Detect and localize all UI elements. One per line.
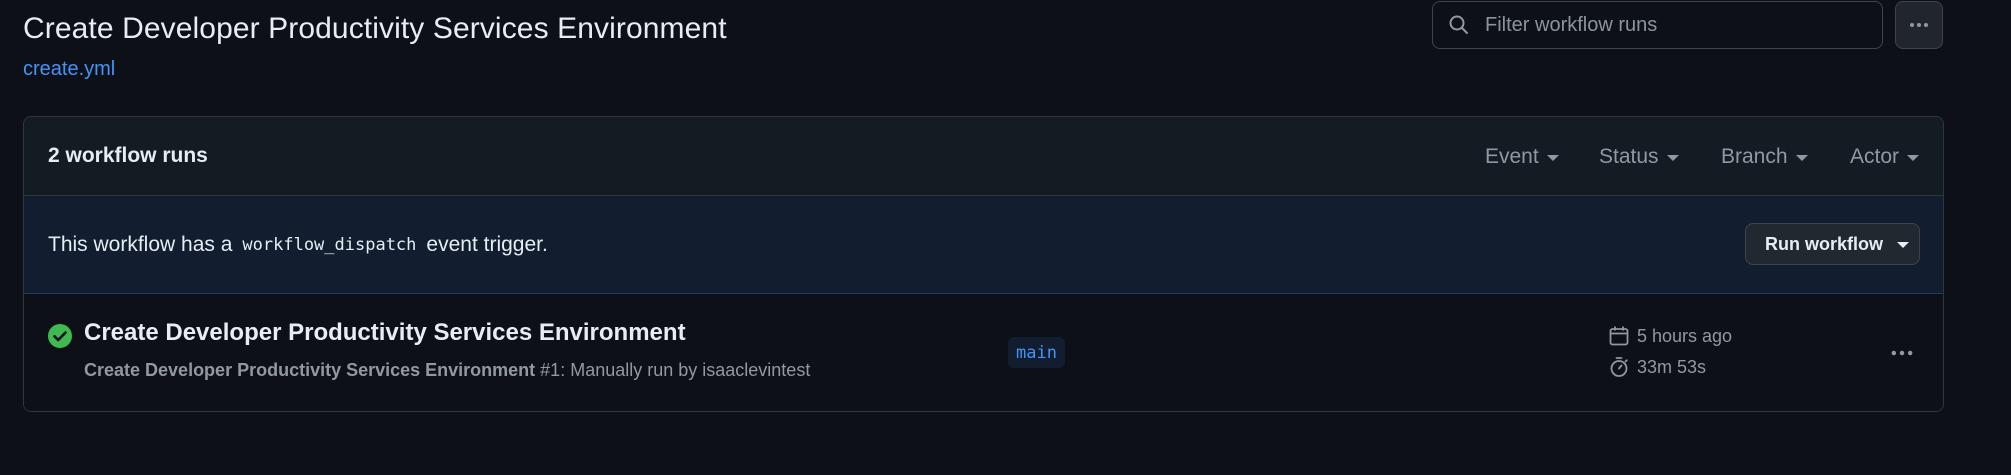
kebab-horizontal-icon xyxy=(1891,350,1913,356)
calendar-icon xyxy=(1609,326,1629,346)
caret-down-icon xyxy=(1546,155,1559,161)
filter-workflow-runs-input[interactable] xyxy=(1485,13,1865,37)
search-icon xyxy=(1449,15,1468,34)
page-title: Create Developer Productivity Services E… xyxy=(23,12,727,45)
run-detail: #1: Manually run by isaaclevintest xyxy=(535,360,811,380)
workflow-file-link[interactable]: create.yml xyxy=(23,58,115,81)
dispatch-text-prefix: This workflow has a xyxy=(48,232,233,256)
event-filter-label: Event xyxy=(1485,145,1539,168)
run-time-ago: 5 hours ago xyxy=(1637,325,1733,346)
run-date: 5 hours ago xyxy=(1607,324,1732,348)
workflow-runs-panel: 2 workflow runs Event Status Branch Acto… xyxy=(23,116,1944,412)
run-workflow-button[interactable]: Run workflow xyxy=(1745,223,1920,265)
caret-down-icon xyxy=(1907,155,1920,161)
dispatch-trigger-banner: This workflow has a workflow_dispatch ev… xyxy=(24,196,1943,294)
workflow-runs-count: 2 workflow runs xyxy=(48,144,208,167)
caret-down-icon xyxy=(1666,155,1679,161)
workflow-runs-header: 2 workflow runs Event Status Branch Acto… xyxy=(24,117,1943,196)
branch-filter-label: Branch xyxy=(1721,145,1788,168)
event-filter-dropdown[interactable]: Event xyxy=(1485,145,1559,169)
run-subtitle: Create Developer Productivity Services E… xyxy=(84,360,810,381)
more-options-button[interactable] xyxy=(1895,1,1943,49)
workflow-run-row[interactable]: Create Developer Productivity Services E… xyxy=(24,294,1943,411)
dispatch-event-code: workflow_dispatch xyxy=(242,234,417,255)
branch-badge[interactable]: main xyxy=(1008,337,1065,368)
branch-filter-dropdown[interactable]: Branch xyxy=(1721,145,1808,169)
caret-down-icon xyxy=(1897,242,1909,248)
caret-down-icon xyxy=(1795,155,1808,161)
stopwatch-icon xyxy=(1610,357,1628,377)
run-duration-value: 33m 53s xyxy=(1637,356,1707,377)
run-workflow-name: Create Developer Productivity Services E… xyxy=(84,360,536,380)
run-workflow-label: Run workflow xyxy=(1765,233,1883,254)
status-filter-label: Status xyxy=(1599,145,1659,168)
actor-filter-dropdown[interactable]: Actor xyxy=(1850,145,1920,169)
kebab-horizontal-icon xyxy=(1910,23,1928,27)
run-more-options-button[interactable] xyxy=(1886,337,1918,369)
actor-filter-label: Actor xyxy=(1850,145,1900,168)
run-duration: 33m 53s xyxy=(1607,355,1706,379)
run-title-link[interactable]: Create Developer Productivity Services E… xyxy=(84,319,686,347)
dispatch-text-suffix: event trigger. xyxy=(426,232,548,256)
status-filter-dropdown[interactable]: Status xyxy=(1599,145,1679,169)
check-circle-icon xyxy=(48,324,72,348)
filter-workflow-runs-field[interactable] xyxy=(1432,1,1883,49)
workflow-header: Create Developer Productivity Services E… xyxy=(23,10,727,81)
